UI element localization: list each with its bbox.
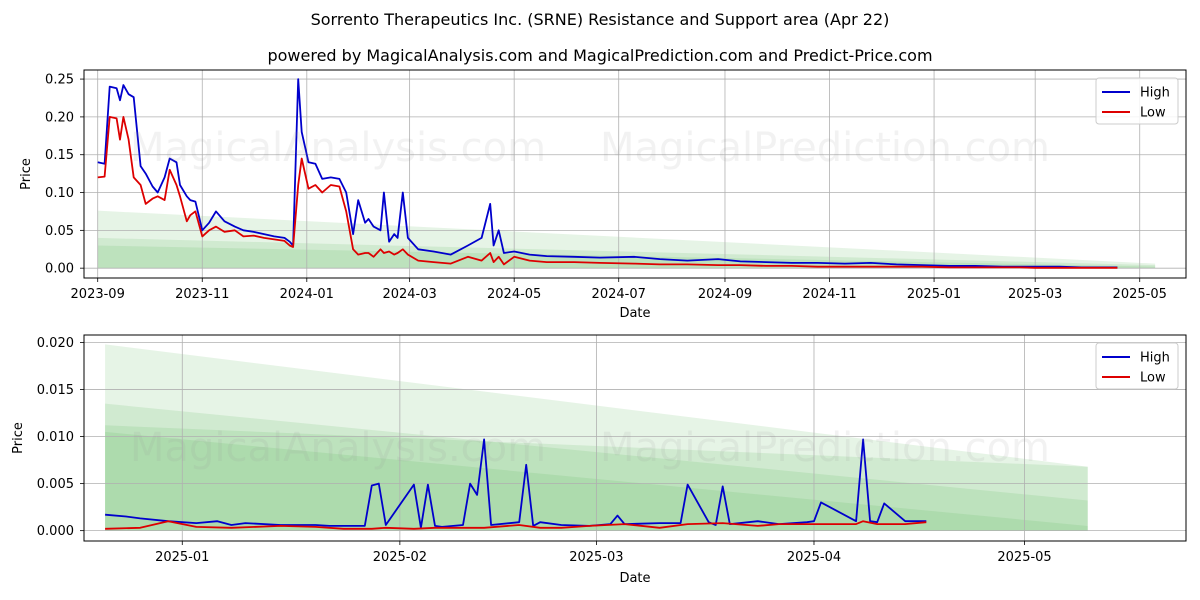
legend: High Low — [1095, 342, 1179, 390]
x-tick-label: 2025-04 — [787, 550, 841, 565]
x-tick-label: 2024-05 — [487, 287, 541, 302]
legend-label-low: Low — [1140, 371, 1166, 386]
x-tick-label: 2025-01 — [907, 287, 961, 302]
x-tick-label: 2023-11 — [175, 287, 229, 302]
y-tick-label: 0.000 — [37, 524, 74, 539]
charts-canvas: 2023-09 2023-11 2024-01 2024-03 2024-05 2024-… — [11, 69, 1187, 586]
y-axis-label: Price — [19, 158, 34, 190]
y-tick-label: 0.015 — [37, 383, 74, 398]
x-tick-label: 2025-03 — [1008, 287, 1062, 302]
y-tick-label: 0.20 — [45, 110, 74, 125]
y-tick-label: 0.00 — [45, 262, 74, 277]
legend-label-high: High — [1140, 351, 1170, 366]
x-tick-label: 2024-03 — [382, 287, 436, 302]
y-tick-label: 0.25 — [45, 73, 74, 88]
y-axis-label: Price — [11, 422, 26, 454]
y-tick-label: 0.15 — [45, 148, 74, 163]
x-tick-label: 2024-09 — [698, 287, 752, 302]
x-axis-label: Date — [619, 571, 650, 586]
x-tick-label: 2024-11 — [802, 287, 856, 302]
y-tick-label: 0.010 — [37, 430, 74, 445]
y-tick-label: 0.10 — [45, 186, 74, 201]
x-tick-label: 2024-01 — [280, 287, 334, 302]
y-tick-label: 0.005 — [37, 477, 74, 492]
x-tick-label: 2025-05 — [1113, 287, 1167, 302]
legend-label-high: High — [1140, 86, 1170, 101]
x-tick-label: 2025-02 — [373, 550, 427, 565]
x-tick-label: 2024-07 — [592, 287, 646, 302]
x-tick-label: 2023-09 — [71, 287, 125, 302]
y-tick-label: 0.05 — [45, 224, 74, 239]
legend: High Low — [1095, 77, 1179, 125]
x-tick-label: 2025-05 — [997, 550, 1051, 565]
x-tick-label: 2025-03 — [569, 550, 623, 565]
legend-label-low: Low — [1140, 106, 1166, 121]
chart-1: 2023-09 2023-11 2024-01 2024-03 2024-05 2024-… — [19, 69, 1187, 321]
y-tick-label: 0.020 — [37, 336, 74, 351]
x-tick-label: 2025-01 — [155, 550, 209, 565]
chart-2: 2025-01 2025-02 2025-03 2025-04 2025-05 0.000… — [11, 334, 1187, 586]
x-axis-label: Date — [619, 306, 650, 321]
